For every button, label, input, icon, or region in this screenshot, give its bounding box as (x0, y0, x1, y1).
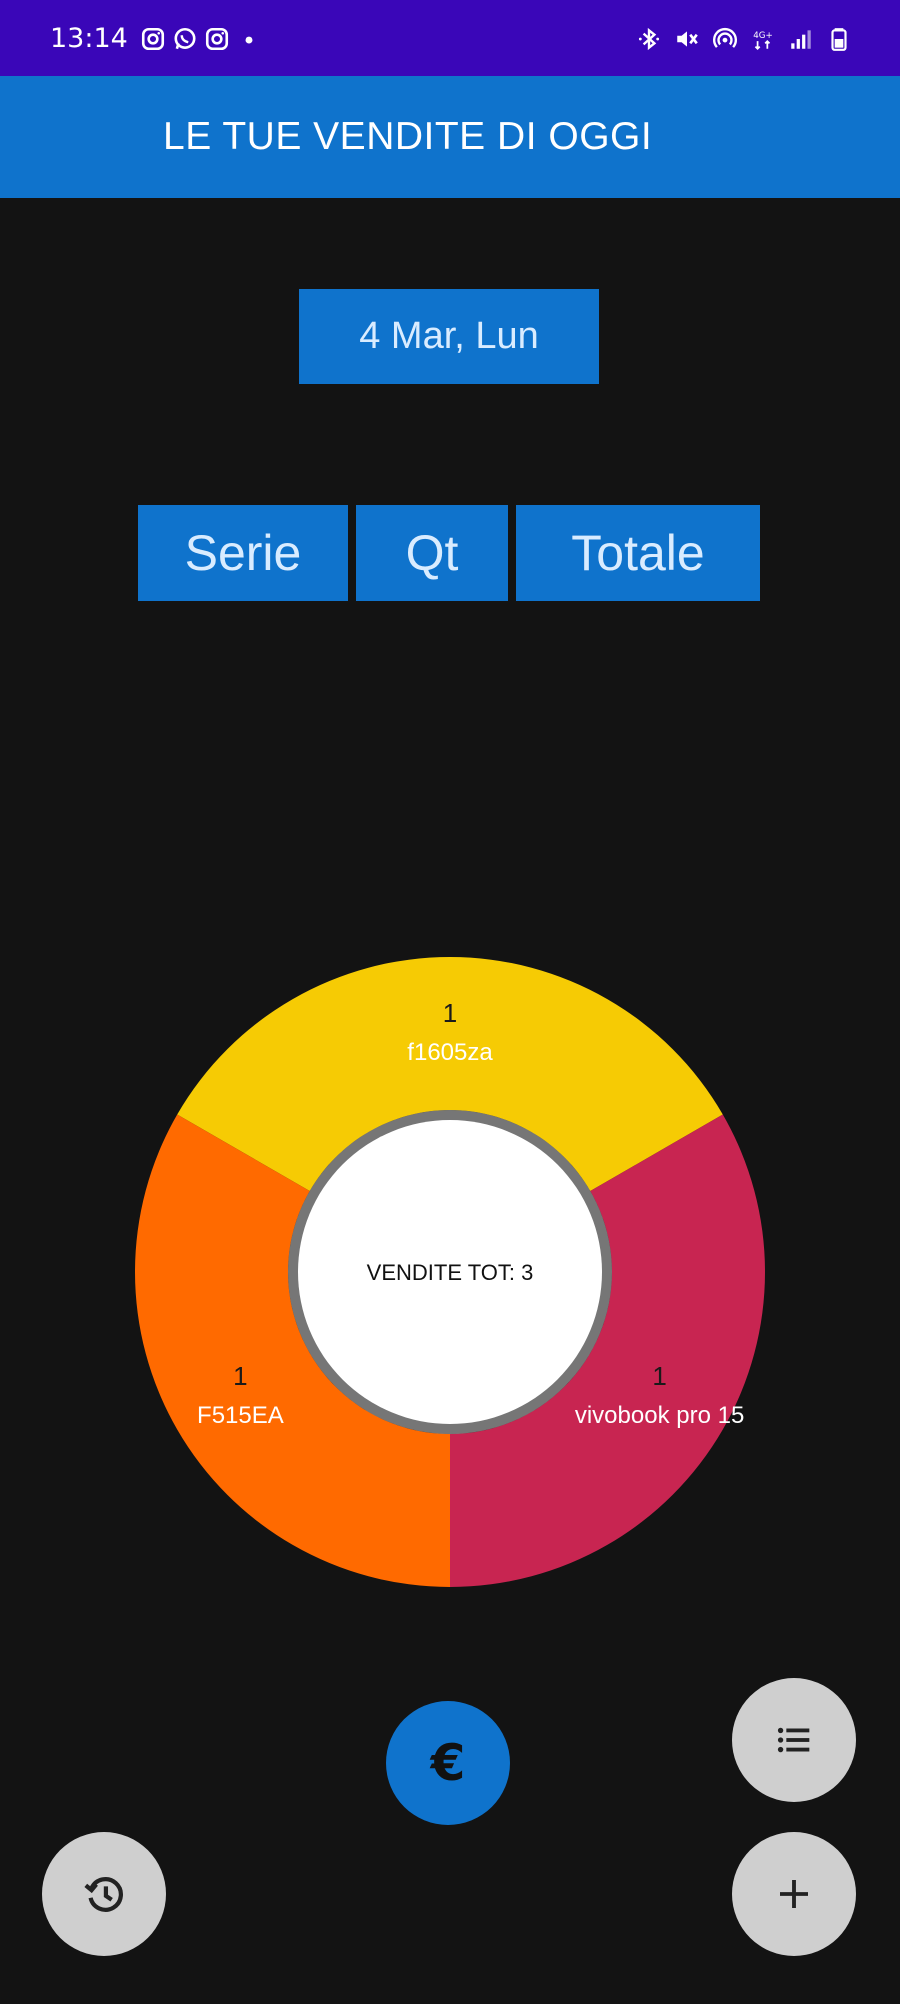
slice-name-label: vivobook pro 15 (575, 1402, 744, 1429)
list-button[interactable] (732, 1678, 856, 1802)
slice-value-label: 1 (443, 998, 457, 1028)
euro-icon: € (430, 1734, 466, 1792)
total-sales-label: VENDITE TOT: 3 (367, 1260, 534, 1285)
add-button[interactable] (732, 1832, 856, 1956)
add-icon (780, 1880, 808, 1908)
list-icon (777, 1727, 810, 1753)
history-button[interactable] (42, 1832, 166, 1956)
slice-name-label: F515EA (197, 1402, 284, 1429)
slice-name-label: f1605za (407, 1039, 493, 1066)
euro-button[interactable]: € (386, 1701, 510, 1825)
history-icon (84, 1877, 123, 1912)
slice-value-label: 1 (652, 1361, 666, 1391)
slice-value-label: 1 (233, 1361, 247, 1391)
